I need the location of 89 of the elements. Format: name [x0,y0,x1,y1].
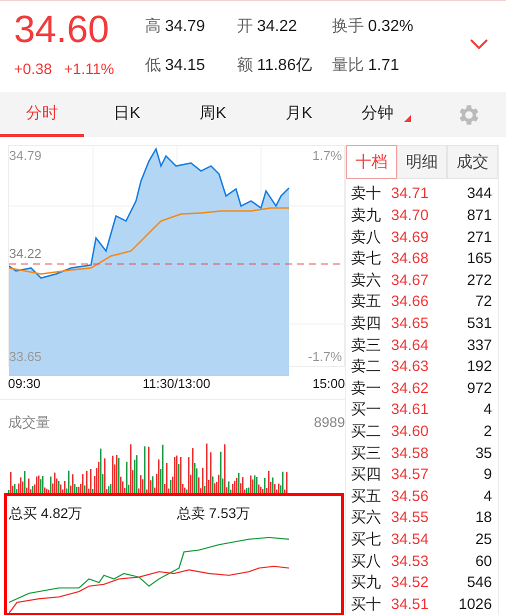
level-price: 34.52 [391,574,430,592]
level-price: 34.62 [391,380,430,397]
level-volume: 271 [466,228,492,246]
percent-axis-label: -1.7% [308,349,342,364]
volume-max-label: 8989 [314,414,345,432]
stat-value: 低 34.15 [145,56,206,76]
level-price: 34.68 [391,250,430,268]
level-label: 买三 [351,444,382,463]
stat-value: 换手 0.32% [332,16,414,37]
order-book-tab[interactable]: 十档 [346,145,397,180]
level-volume: 531 [466,314,492,332]
level-price: 34.71 [391,185,430,202]
period-tab[interactable]: 分钟 [342,92,430,137]
order-book-tab[interactable]: 成交 [447,145,498,180]
level-label: 买二 [351,422,382,441]
level-price: 34.63 [391,358,430,376]
level-price: 34.58 [391,444,430,462]
level-volume: 272 [466,272,492,289]
level-price: 34.60 [391,422,430,440]
level-label: 卖一 [351,378,382,398]
price-axis-label: 34.79 [9,148,42,163]
level-label: 卖八 [351,228,382,247]
level-volume: 337 [466,336,492,354]
level-volume: 60 [474,552,492,570]
level-volume: 18 [474,509,492,526]
percent-axis-label: 1.7% [312,148,342,163]
level-label: 买六 [351,508,382,528]
level-volume: 9 [482,466,492,484]
level-label: 卖五 [351,292,382,312]
chevron-down-icon[interactable] [470,39,488,50]
percent-change: +1.11% [64,61,114,78]
level-label: 买一 [351,400,382,420]
level-price: 34.65 [391,314,430,332]
period-tab[interactable]: 周K [170,92,256,137]
level-price: 34.51 [391,596,430,613]
level-volume: 72 [474,293,492,310]
total-sell-label: 总卖 7.53万 [177,505,252,523]
level-label: 买四 [351,465,382,484]
level-label: 卖三 [351,336,382,355]
level-price: 34.57 [391,466,430,484]
period-tab[interactable]: 日K [84,92,170,137]
level-label: 卖四 [351,314,382,333]
level-volume: 4 [482,488,492,505]
price-axis-label: 33.65 [9,349,42,364]
stat-value: 量比 1.71 [332,56,400,76]
level-price: 34.70 [391,207,430,224]
level-volume: 546 [466,574,492,592]
level-price: 34.54 [391,530,430,548]
level-price: 34.66 [391,293,430,310]
level-price: 34.67 [391,272,430,289]
price-axis-label: 34.22 [9,246,42,261]
level-price: 34.64 [391,336,430,354]
level-volume: 192 [466,358,492,376]
level-volume: 35 [474,444,492,462]
level-label: 卖六 [351,270,382,290]
level-label: 买八 [351,552,382,571]
level-label: 买十 [351,594,382,614]
volume-label: 成交量 [8,414,50,432]
level-price: 34.61 [391,401,430,418]
time-label: 11:30/13:00 [142,376,210,391]
stat-value: 高 34.79 [145,16,206,37]
level-volume: 25 [474,530,492,548]
level-price: 34.56 [391,488,430,505]
total-buy-label: 总买 4.82万 [9,505,84,523]
level-label: 买七 [351,530,382,549]
level-volume: 972 [466,380,492,397]
level-label: 卖十 [351,184,382,204]
period-tab[interactable]: 月K [256,92,342,137]
level-label: 卖九 [351,206,382,226]
price-change: +0.38 [14,61,52,78]
level-volume: 871 [466,207,492,224]
time-label: 09:30 [8,376,41,391]
order-book-tab[interactable]: 明细 [396,145,448,180]
last-price: 34.60 [14,9,110,51]
level-label: 买五 [351,486,382,506]
time-label: 15:00 [312,376,345,391]
level-price: 34.55 [391,509,430,526]
level-price: 34.53 [391,552,430,570]
stat-value: 开 34.22 [237,17,298,37]
level-volume: 2 [482,422,492,440]
level-label: 卖七 [351,249,382,268]
level-volume: 344 [466,185,492,202]
level-label: 买九 [351,573,382,592]
level-volume: 1026 [458,596,492,613]
level-volume: 4 [482,401,492,418]
level-label: 卖二 [351,357,382,376]
level-price: 34.69 [391,228,430,246]
stat-value: 额 11.86亿 [237,56,313,76]
level-volume: 165 [466,250,492,268]
